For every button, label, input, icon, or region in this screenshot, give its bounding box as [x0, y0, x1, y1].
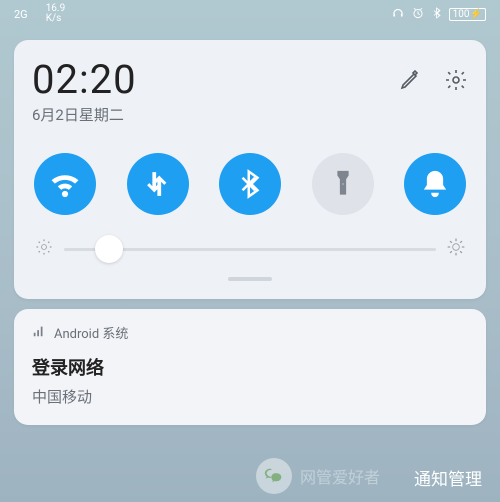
edit-icon[interactable] [398, 68, 422, 96]
notification-app-name: Android 系统 [54, 323, 128, 342]
network-type-badge: 2G [14, 8, 28, 21]
watermark-text: 网管爱好者 [300, 464, 380, 488]
notification-card[interactable]: Android 系统 登录网络 中国移动 [14, 309, 486, 425]
brightness-high-icon [446, 237, 466, 261]
bluetooth-toggle[interactable] [219, 153, 281, 215]
watermark: 网管爱好者 [256, 458, 380, 494]
bell-toggle[interactable] [404, 153, 466, 215]
headphones-icon [391, 6, 405, 23]
brightness-slider-row [32, 237, 468, 263]
mobile-data-toggle[interactable] [127, 153, 189, 215]
clock-time: 02:20 [32, 60, 398, 100]
quick-settings-panel: 02:20 6月2日星期二 [14, 40, 486, 299]
notification-body: 中国移动 [32, 386, 468, 407]
net-speed: 16.9 K/s [46, 4, 66, 24]
clock-date: 6月2日星期二 [32, 104, 398, 125]
bluetooth-status-icon [431, 7, 443, 22]
notification-title: 登录网络 [32, 354, 468, 380]
panel-drag-handle[interactable] [228, 277, 272, 281]
gear-icon[interactable] [444, 68, 468, 96]
wechat-icon [256, 458, 292, 494]
status-bar: 2G 16.9 K/s 100⚡ [0, 0, 500, 28]
wifi-toggle[interactable] [34, 153, 96, 215]
notification-app-row: Android 系统 [32, 323, 468, 342]
flashlight-toggle[interactable] [312, 153, 374, 215]
alarm-icon [411, 6, 425, 23]
battery-indicator: 100⚡ [449, 8, 486, 21]
brightness-low-icon [34, 237, 54, 261]
quick-toggles-row [34, 153, 466, 215]
manage-notifications-link[interactable]: 通知管理 [414, 465, 482, 490]
app-signal-icon [32, 324, 46, 342]
brightness-slider[interactable] [64, 248, 436, 251]
brightness-thumb[interactable] [95, 235, 123, 263]
